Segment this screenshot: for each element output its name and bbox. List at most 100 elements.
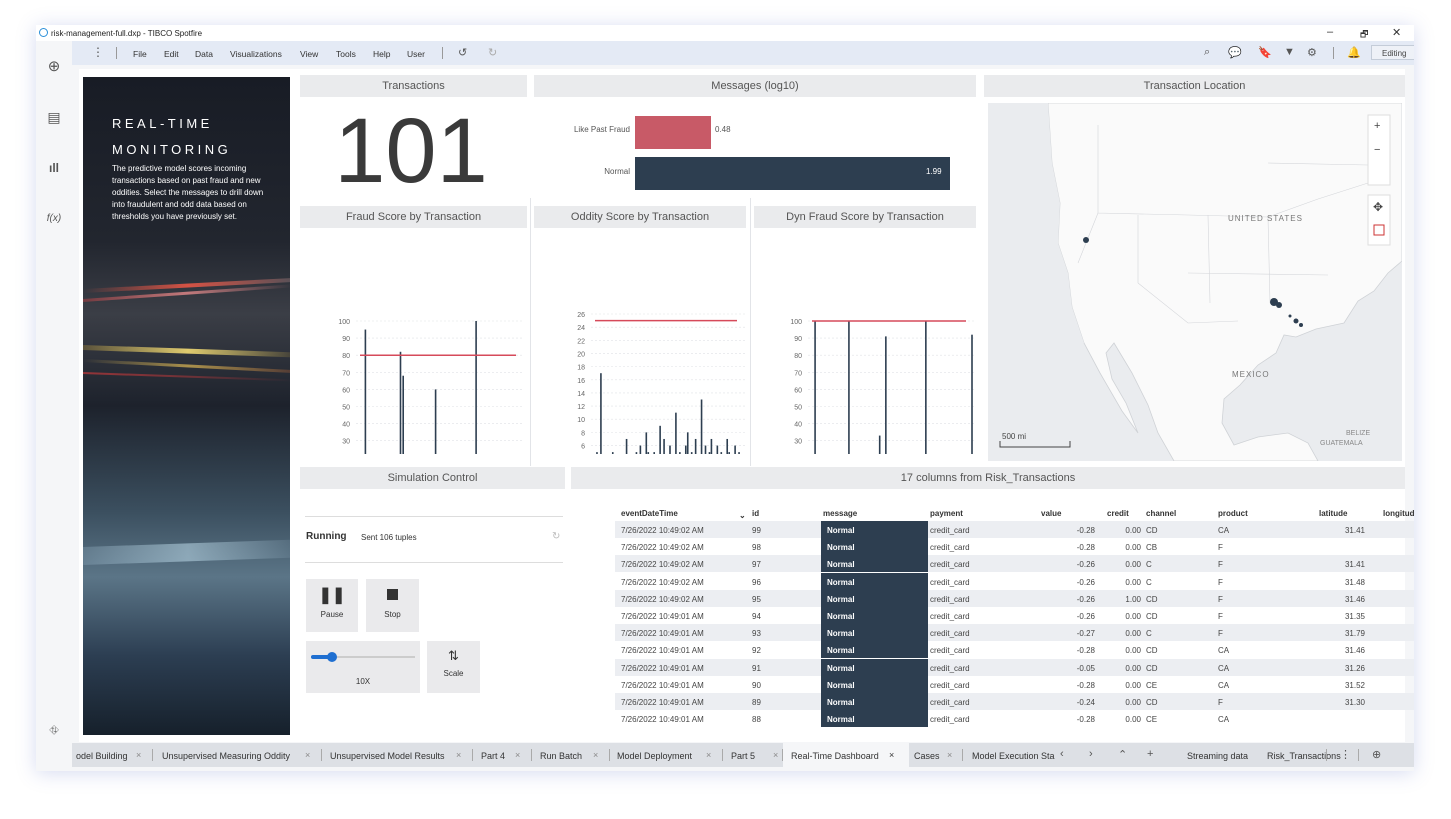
chart-bar[interactable] bbox=[669, 445, 671, 454]
close-tab-icon[interactable]: × bbox=[889, 750, 894, 760]
chart-bar[interactable] bbox=[611, 452, 614, 454]
chart-bar[interactable] bbox=[885, 336, 887, 454]
table-row[interactable]: 7/26/2022 10:49:02 AM 98 Normal credit_card… bbox=[615, 538, 1414, 556]
pause-button[interactable]: ❚❚ Pause bbox=[306, 579, 358, 632]
comments-icon[interactable]: 💬 bbox=[1228, 46, 1242, 59]
chart-bar[interactable] bbox=[814, 321, 816, 454]
chart-bar[interactable] bbox=[690, 452, 693, 454]
table-row[interactable]: 7/26/2022 10:49:02 AM 96 Normal credit_card… bbox=[615, 572, 1414, 590]
table-row[interactable]: 7/26/2022 10:49:01 AM 89 Normal credit_card… bbox=[615, 693, 1414, 710]
scroll-left-icon[interactable]: ‹ bbox=[1060, 748, 1064, 760]
menu-file[interactable]: File bbox=[133, 49, 147, 59]
page-tab[interactable]: Model Execution Sta bbox=[972, 751, 1055, 761]
menu-data[interactable]: Data bbox=[195, 49, 213, 59]
settings-icon[interactable]: ⚙ bbox=[1307, 46, 1317, 59]
bookmark-icon[interactable]: 🔖 bbox=[1258, 46, 1272, 59]
column-header-credit[interactable]: credit bbox=[1107, 509, 1129, 518]
map-point[interactable] bbox=[1276, 302, 1282, 308]
column-header-longitude[interactable]: longitude bbox=[1383, 509, 1414, 518]
filter-icon[interactable]: ▼ bbox=[1284, 46, 1295, 58]
map-point[interactable] bbox=[1299, 323, 1303, 327]
map-point[interactable] bbox=[1083, 237, 1089, 243]
chart-bar[interactable] bbox=[653, 452, 655, 454]
mode-dropdown[interactable]: Editing⌄ bbox=[1371, 45, 1414, 60]
chart-bar[interactable] bbox=[848, 321, 850, 454]
page-tab[interactable]: Part 4 bbox=[481, 751, 505, 761]
menu-help[interactable]: Help bbox=[373, 49, 390, 59]
chart-bar[interactable] bbox=[639, 445, 642, 454]
add-icon[interactable]: ⊕ bbox=[46, 57, 62, 75]
message-bar-fraud[interactable] bbox=[635, 116, 711, 149]
chart-bar[interactable] bbox=[700, 399, 703, 455]
chart-bar[interactable] bbox=[878, 435, 881, 454]
chart-bar[interactable] bbox=[475, 321, 477, 454]
map-point[interactable] bbox=[1288, 314, 1292, 318]
chart-bar[interactable] bbox=[635, 452, 638, 454]
chart-bar[interactable] bbox=[675, 412, 677, 454]
page-tab[interactable]: Unsupervised Model Results bbox=[330, 751, 445, 761]
undo-icon[interactable]: ↺ bbox=[458, 46, 467, 59]
chart-bar[interactable] bbox=[399, 351, 402, 454]
page-tab[interactable]: odel Building bbox=[76, 751, 128, 761]
chart-bar[interactable] bbox=[726, 438, 729, 454]
scroll-right-icon[interactable]: › bbox=[1089, 748, 1093, 760]
close-tab-icon[interactable]: × bbox=[456, 750, 461, 760]
menu-visualizations[interactable]: Visualizations bbox=[230, 49, 282, 59]
close-tab-icon[interactable]: × bbox=[515, 750, 520, 760]
menu-user[interactable]: User bbox=[407, 49, 425, 59]
zoom-out-button[interactable]: − bbox=[1374, 144, 1380, 156]
chart-bar[interactable] bbox=[625, 438, 628, 454]
page-tab[interactable]: Real-Time Dashboard bbox=[791, 751, 879, 761]
chart-bar[interactable] bbox=[647, 452, 650, 454]
search-icon[interactable]: ⌕ bbox=[1204, 46, 1210, 59]
chart-bar[interactable] bbox=[645, 432, 648, 454]
table-row[interactable]: 7/26/2022 10:49:01 AM 94 Normal credit_card… bbox=[615, 607, 1414, 624]
chart-bar[interactable] bbox=[686, 432, 689, 454]
close-tab-icon[interactable]: × bbox=[706, 750, 711, 760]
chart-bar[interactable] bbox=[679, 452, 681, 454]
data-table-icon[interactable]: ▤ bbox=[46, 109, 62, 126]
table-row[interactable]: 7/26/2022 10:49:01 AM 93 Normal credit_card… bbox=[615, 624, 1414, 642]
close-tab-icon[interactable]: × bbox=[773, 750, 778, 760]
table-row[interactable]: 7/26/2022 10:49:01 AM 91 Normal credit_card… bbox=[615, 658, 1414, 676]
refresh-icon[interactable]: ↻ bbox=[552, 531, 560, 542]
chart-bar[interactable] bbox=[684, 445, 687, 454]
table-row[interactable]: 7/26/2022 10:49:01 AM 88 Normal credit_card… bbox=[615, 710, 1414, 728]
page-tab[interactable]: Unsupervised Measuring Oddity bbox=[162, 751, 290, 761]
pan-icon[interactable]: ✥ bbox=[1373, 200, 1383, 214]
table-row[interactable]: 7/26/2022 10:49:01 AM 90 Normal credit_card… bbox=[615, 675, 1414, 693]
chart-bar[interactable] bbox=[710, 438, 713, 454]
close-button[interactable]: ✕ bbox=[1392, 26, 1401, 39]
minimize-button[interactable]: – bbox=[1327, 26, 1333, 38]
chart-bar[interactable] bbox=[708, 452, 711, 454]
redo-icon[interactable]: ↻ bbox=[488, 46, 497, 59]
data-source-tab[interactable]: Risk_Transactions bbox=[1267, 751, 1341, 761]
table-row[interactable]: 7/26/2022 10:49:02 AM 95 Normal credit_card… bbox=[615, 589, 1414, 607]
page-tab[interactable]: Cases bbox=[914, 751, 940, 761]
column-header-payment[interactable]: payment bbox=[930, 509, 963, 518]
expand-tabs-icon[interactable]: ⌃ bbox=[1118, 748, 1127, 761]
close-tab-icon[interactable]: × bbox=[305, 750, 310, 760]
notifications-icon[interactable]: 🔔 bbox=[1347, 46, 1361, 59]
globe-icon[interactable]: ⊕ bbox=[1372, 748, 1381, 761]
function-icon[interactable]: f(x) bbox=[46, 213, 62, 224]
chart-bar[interactable] bbox=[364, 329, 367, 454]
chart-bar[interactable] bbox=[738, 452, 740, 454]
column-header-channel[interactable]: channel bbox=[1146, 509, 1176, 518]
menu-view[interactable]: View bbox=[300, 49, 318, 59]
menu-tools[interactable]: Tools bbox=[336, 49, 356, 59]
transaction-map[interactable]: UNITED STATES MEXICO BELIZE GUATEMALA 50… bbox=[988, 103, 1402, 461]
column-header-product[interactable]: product bbox=[1218, 509, 1248, 518]
page-tab[interactable]: Part 5 bbox=[731, 751, 755, 761]
column-header-value[interactable]: value bbox=[1041, 509, 1061, 518]
column-header-id[interactable]: id bbox=[752, 509, 759, 518]
chart-bar[interactable] bbox=[704, 445, 707, 454]
column-header-message[interactable]: message bbox=[823, 509, 857, 518]
table-row[interactable]: 7/26/2022 10:49:02 AM 99 Normal credit_card… bbox=[615, 521, 1414, 538]
column-header-eventdatetime[interactable]: eventDateTime bbox=[621, 509, 678, 518]
menu-edit[interactable]: Edit bbox=[164, 49, 179, 59]
page-tab[interactable]: Run Batch bbox=[540, 751, 582, 761]
close-tab-icon[interactable]: × bbox=[947, 750, 952, 760]
close-tab-icon[interactable]: × bbox=[593, 750, 598, 760]
close-tab-icon[interactable]: × bbox=[136, 750, 141, 760]
